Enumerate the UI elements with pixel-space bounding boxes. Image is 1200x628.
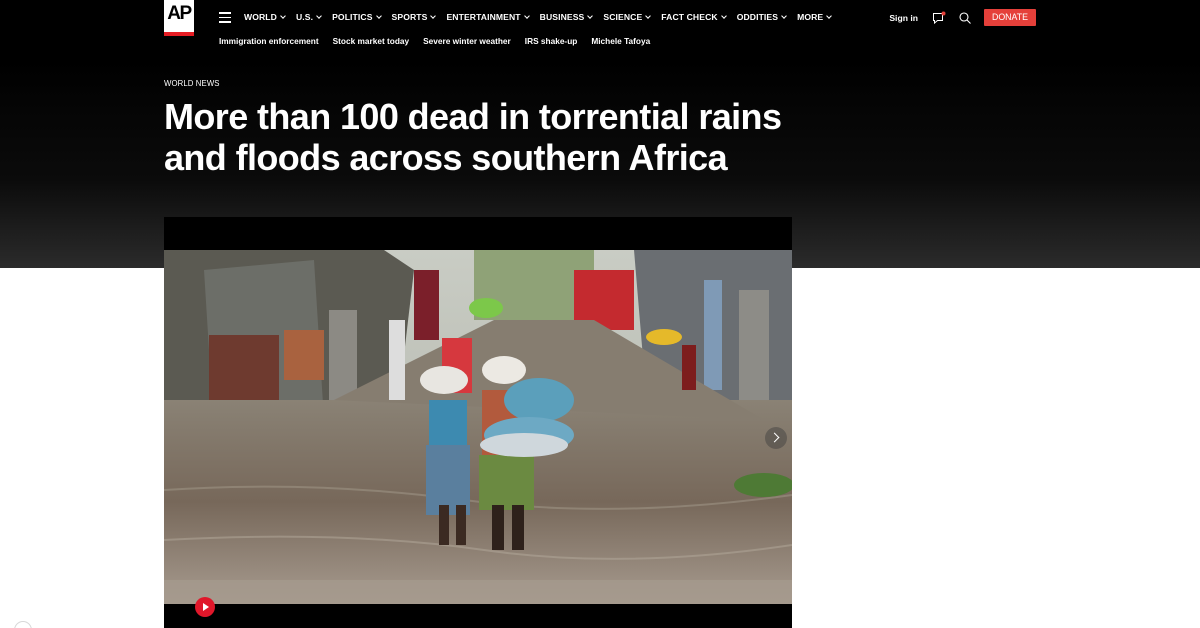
site-header: AP WORLD U.S. POLITICS SPORTS ENTERTAINM… — [0, 0, 1200, 58]
nav-item-label: MORE — [797, 12, 824, 22]
chevron-down-icon — [781, 12, 787, 19]
chevron-right-icon[interactable] — [765, 427, 787, 449]
chat-notification-icon[interactable] — [932, 11, 946, 25]
video-player[interactable] — [164, 217, 792, 628]
search-icon[interactable] — [958, 11, 972, 25]
ap-logo-text: AP — [167, 3, 192, 24]
nav-item-more[interactable]: MORE — [797, 11, 833, 23]
trending-link[interactable]: Stock market today — [333, 35, 410, 47]
nav-item-entertainment[interactable]: ENTERTAINMENT — [446, 11, 530, 23]
video-frame-image — [164, 250, 792, 604]
nav-item-sports[interactable]: SPORTS — [391, 11, 437, 23]
trending-link[interactable]: Michele Tafoya — [591, 35, 650, 47]
nav-item-oddities[interactable]: ODDITIES — [736, 11, 787, 23]
play-icon[interactable] — [195, 597, 215, 617]
chevron-down-icon — [720, 12, 727, 19]
donate-button[interactable]: DONATE — [983, 9, 1036, 26]
chevron-down-icon — [826, 12, 833, 19]
article-headline: More than 100 dead in torrential rains a… — [164, 96, 782, 178]
chevron-down-icon — [430, 12, 437, 19]
nav-item-fact-check[interactable]: FACT CHECK — [661, 11, 727, 23]
nav-item-us[interactable]: U.S. — [295, 11, 322, 23]
trending-link[interactable]: Immigration enforcement — [219, 35, 319, 47]
chevron-down-icon — [645, 12, 652, 19]
floating-circle — [14, 621, 32, 628]
chevron-down-icon — [375, 12, 382, 19]
trending-link[interactable]: IRS shake-up — [525, 35, 578, 47]
chevron-down-icon — [523, 12, 530, 19]
trending-link[interactable]: Severe winter weather — [423, 35, 511, 47]
chevron-down-icon — [316, 12, 322, 19]
nav-item-business[interactable]: BUSINESS — [539, 11, 594, 23]
chevron-down-icon — [587, 12, 594, 19]
page: AP WORLD U.S. POLITICS SPORTS ENTERTAINM… — [0, 0, 1200, 628]
menu-icon[interactable] — [219, 12, 233, 23]
trending-nav: Immigration enforcement Stock market tod… — [219, 35, 664, 47]
nav-item-label: SCIENCE — [603, 12, 643, 22]
nav-item-label: ODDITIES — [736, 12, 779, 22]
nav-item-label: ENTERTAINMENT — [446, 12, 521, 22]
main-nav: WORLD U.S. POLITICS SPORTS ENTERTAINMENT… — [244, 11, 842, 23]
nav-item-label: SPORTS — [391, 12, 428, 22]
nav-item-label: POLITICS — [332, 12, 373, 22]
section-label[interactable]: WORLD NEWS — [164, 79, 220, 88]
header-actions: Sign in DONATE — [889, 9, 1036, 26]
nav-item-label: FACT CHECK — [661, 12, 718, 22]
nav-item-label: U.S. — [295, 12, 314, 22]
ap-logo-underline — [164, 32, 194, 36]
nav-item-science[interactable]: SCIENCE — [603, 11, 652, 23]
nav-item-label: WORLD — [244, 12, 277, 22]
chevron-down-icon — [280, 12, 286, 19]
nav-item-world[interactable]: WORLD — [244, 11, 286, 23]
ap-logo[interactable]: AP — [164, 0, 194, 36]
nav-item-label: BUSINESS — [539, 12, 585, 22]
nav-item-politics[interactable]: POLITICS — [332, 11, 382, 23]
sign-in-link[interactable]: Sign in — [889, 13, 918, 23]
